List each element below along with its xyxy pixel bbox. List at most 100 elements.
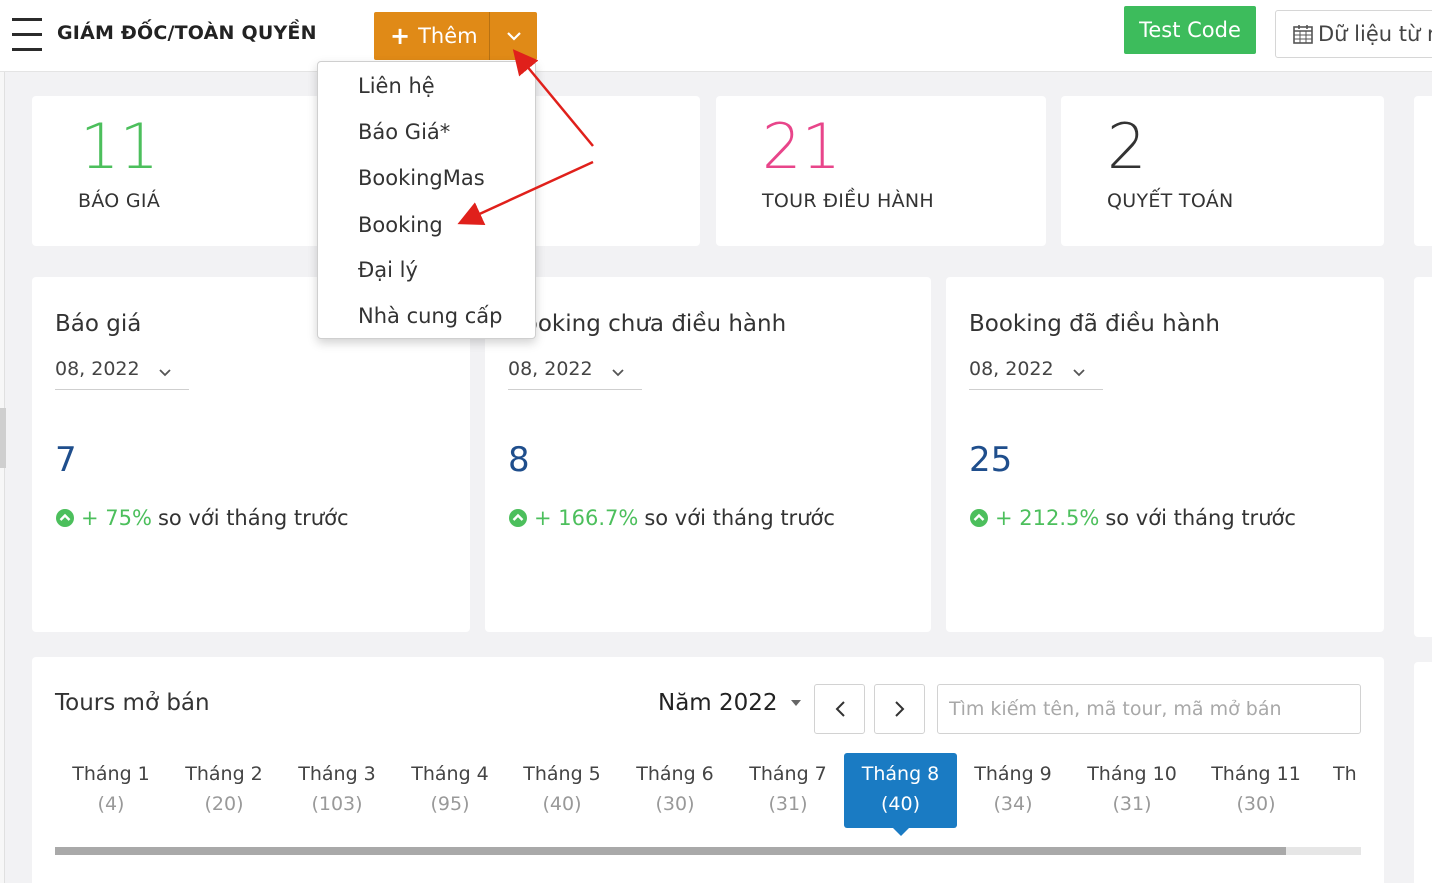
month-scrollbar[interactable] — [55, 847, 1361, 855]
card-title: Booking chưa điều hành — [508, 311, 787, 337]
month-tab-count: (20) — [204, 793, 244, 815]
month-tab[interactable]: Th — [1333, 753, 1361, 828]
month-select-value: 08, 2022 — [508, 358, 593, 380]
month-tab-count: (103) — [311, 793, 363, 815]
tour-search-input[interactable] — [937, 684, 1361, 734]
arrow-up-circle-icon — [55, 508, 75, 528]
month-tab[interactable]: Tháng 1 (4) — [61, 753, 161, 828]
summary-card-unoperated-bookings: Booking chưa điều hành 08, 2022 8 + 166.… — [485, 277, 931, 632]
menu-item-supplier[interactable]: Nhà cung cấp — [358, 304, 502, 328]
scrollbar-thumb[interactable] — [55, 847, 1286, 855]
stat-label: TOUR ĐIỀU HÀNH — [762, 190, 934, 212]
stat-card-tours[interactable]: 21 TOUR ĐIỀU HÀNH — [716, 96, 1046, 246]
month-tab-label: Tháng 10 — [1087, 763, 1177, 785]
calendar-icon — [1292, 23, 1314, 45]
tours-panel-partial — [1414, 662, 1432, 883]
arrow-up-circle-icon — [969, 508, 989, 528]
stat-label: QUYẾT TOÁN — [1107, 190, 1234, 212]
add-button[interactable]: + Thêm — [374, 12, 490, 60]
month-tab-count: (34) — [993, 793, 1033, 815]
month-select[interactable]: 08, 2022 — [55, 354, 189, 390]
month-tab-label: Tháng 9 — [974, 763, 1052, 785]
month-tab-count: (30) — [1236, 793, 1276, 815]
add-button-group: + Thêm — [374, 12, 537, 60]
stat-value: 2 — [1107, 110, 1147, 183]
stat-card-settlement[interactable]: 2 QUYẾT TOÁN — [1061, 96, 1384, 246]
hamburger-menu-icon[interactable] — [12, 18, 42, 51]
top-header: GIÁM ĐỐC/TOÀN QUYỀN + Thêm Test Code Dữ … — [0, 0, 1432, 72]
left-rail — [0, 72, 5, 883]
arrow-up-circle-icon — [508, 508, 528, 528]
month-tab-label: Tháng 3 — [298, 763, 376, 785]
stat-value: 11 — [80, 110, 159, 183]
month-tab[interactable]: Tháng 10 (31) — [1073, 753, 1191, 828]
plus-icon: + — [390, 22, 411, 50]
month-tab-label: Tháng 11 — [1211, 763, 1301, 785]
menu-item-agency[interactable]: Đại lý — [358, 258, 418, 282]
month-tab-label: Tháng 4 — [411, 763, 489, 785]
month-tab-label: Th — [1333, 763, 1357, 785]
menu-item-quote[interactable]: Báo Giá* — [358, 120, 450, 144]
card-title: Booking đã điều hành — [969, 311, 1220, 337]
caret-down-icon — [790, 699, 802, 707]
month-tab-count: (31) — [768, 793, 808, 815]
add-dropdown-menu: Liên hệ Báo Giá* BookingMas Booking Đại … — [317, 61, 536, 339]
menu-item-contact[interactable]: Liên hệ — [358, 74, 435, 98]
month-tab-label: Tháng 1 — [72, 763, 150, 785]
stat-label: BÁO GIÁ — [78, 190, 161, 212]
next-year-button[interactable] — [874, 684, 925, 734]
chevron-right-icon — [894, 701, 904, 717]
year-select[interactable]: Năm 2022 — [658, 690, 802, 716]
month-tab[interactable]: Tháng 4 (95) — [400, 753, 500, 828]
test-code-button[interactable]: Test Code — [1124, 6, 1256, 54]
menu-item-booking[interactable]: Booking — [358, 213, 443, 237]
stat-card-partial — [1414, 96, 1432, 246]
month-tab[interactable]: Tháng 9 (34) — [963, 753, 1063, 828]
role-title: GIÁM ĐỐC/TOÀN QUYỀN — [57, 22, 317, 44]
tours-title: Tours mở bán — [55, 690, 210, 716]
growth-compare-text: so với tháng trước — [644, 506, 835, 530]
month-tab-count: (31) — [1112, 793, 1152, 815]
month-select[interactable]: 08, 2022 — [508, 354, 642, 390]
add-button-label: Thêm — [418, 24, 478, 48]
chevron-down-icon — [506, 32, 521, 41]
growth-compare-text: so với tháng trước — [157, 506, 349, 530]
date-filter-button[interactable]: Dữ liệu từ n — [1275, 10, 1432, 58]
month-tab[interactable]: Tháng 2 (20) — [174, 753, 274, 828]
month-tab-count: (4) — [97, 793, 125, 815]
chevron-down-icon — [159, 360, 171, 382]
month-tab[interactable]: Tháng 11 (30) — [1197, 753, 1315, 828]
growth-percent: + 166.7% — [534, 506, 639, 530]
growth-percent: + 75% — [81, 506, 152, 530]
summary-card-partial — [1414, 277, 1432, 637]
month-select-value: 08, 2022 — [969, 358, 1054, 380]
card-value: 7 — [55, 440, 77, 480]
growth-indicator: + 212.5% so với tháng trước — [969, 506, 1296, 530]
growth-indicator: + 166.7% so với tháng trước — [508, 506, 835, 530]
chevron-left-icon — [835, 701, 845, 717]
prev-year-button[interactable] — [814, 684, 865, 734]
sidebar-handle[interactable] — [0, 408, 6, 468]
card-value: 8 — [508, 440, 530, 480]
card-title: Báo giá — [55, 311, 142, 337]
month-tab[interactable]: Tháng 6 (30) — [625, 753, 725, 828]
month-tab-label: Tháng 2 — [185, 763, 263, 785]
growth-indicator: + 75% so với tháng trước — [55, 506, 349, 530]
add-dropdown-toggle[interactable] — [490, 12, 537, 60]
month-tab-label: Tháng 5 — [523, 763, 601, 785]
month-tab[interactable]: Tháng 7 (31) — [738, 753, 838, 828]
month-tab-active[interactable]: Tháng 8 (40) — [844, 753, 957, 836]
date-filter-label: Dữ liệu từ n — [1318, 22, 1432, 46]
growth-percent: + 212.5% — [995, 506, 1100, 530]
month-select[interactable]: 08, 2022 — [969, 354, 1103, 390]
year-select-value: Năm 2022 — [658, 690, 778, 716]
month-select-value: 08, 2022 — [55, 358, 140, 380]
month-tab-count: (40) — [542, 793, 582, 815]
month-tab[interactable]: Tháng 3 (103) — [287, 753, 387, 828]
stat-value: 21 — [762, 110, 841, 183]
growth-compare-text: so với tháng trước — [1105, 506, 1296, 530]
month-tab-label: Tháng 8 — [861, 763, 940, 785]
menu-item-bookingmas[interactable]: BookingMas — [358, 166, 485, 190]
month-tab[interactable]: Tháng 5 (40) — [512, 753, 612, 828]
month-tab-label: Tháng 7 — [749, 763, 827, 785]
